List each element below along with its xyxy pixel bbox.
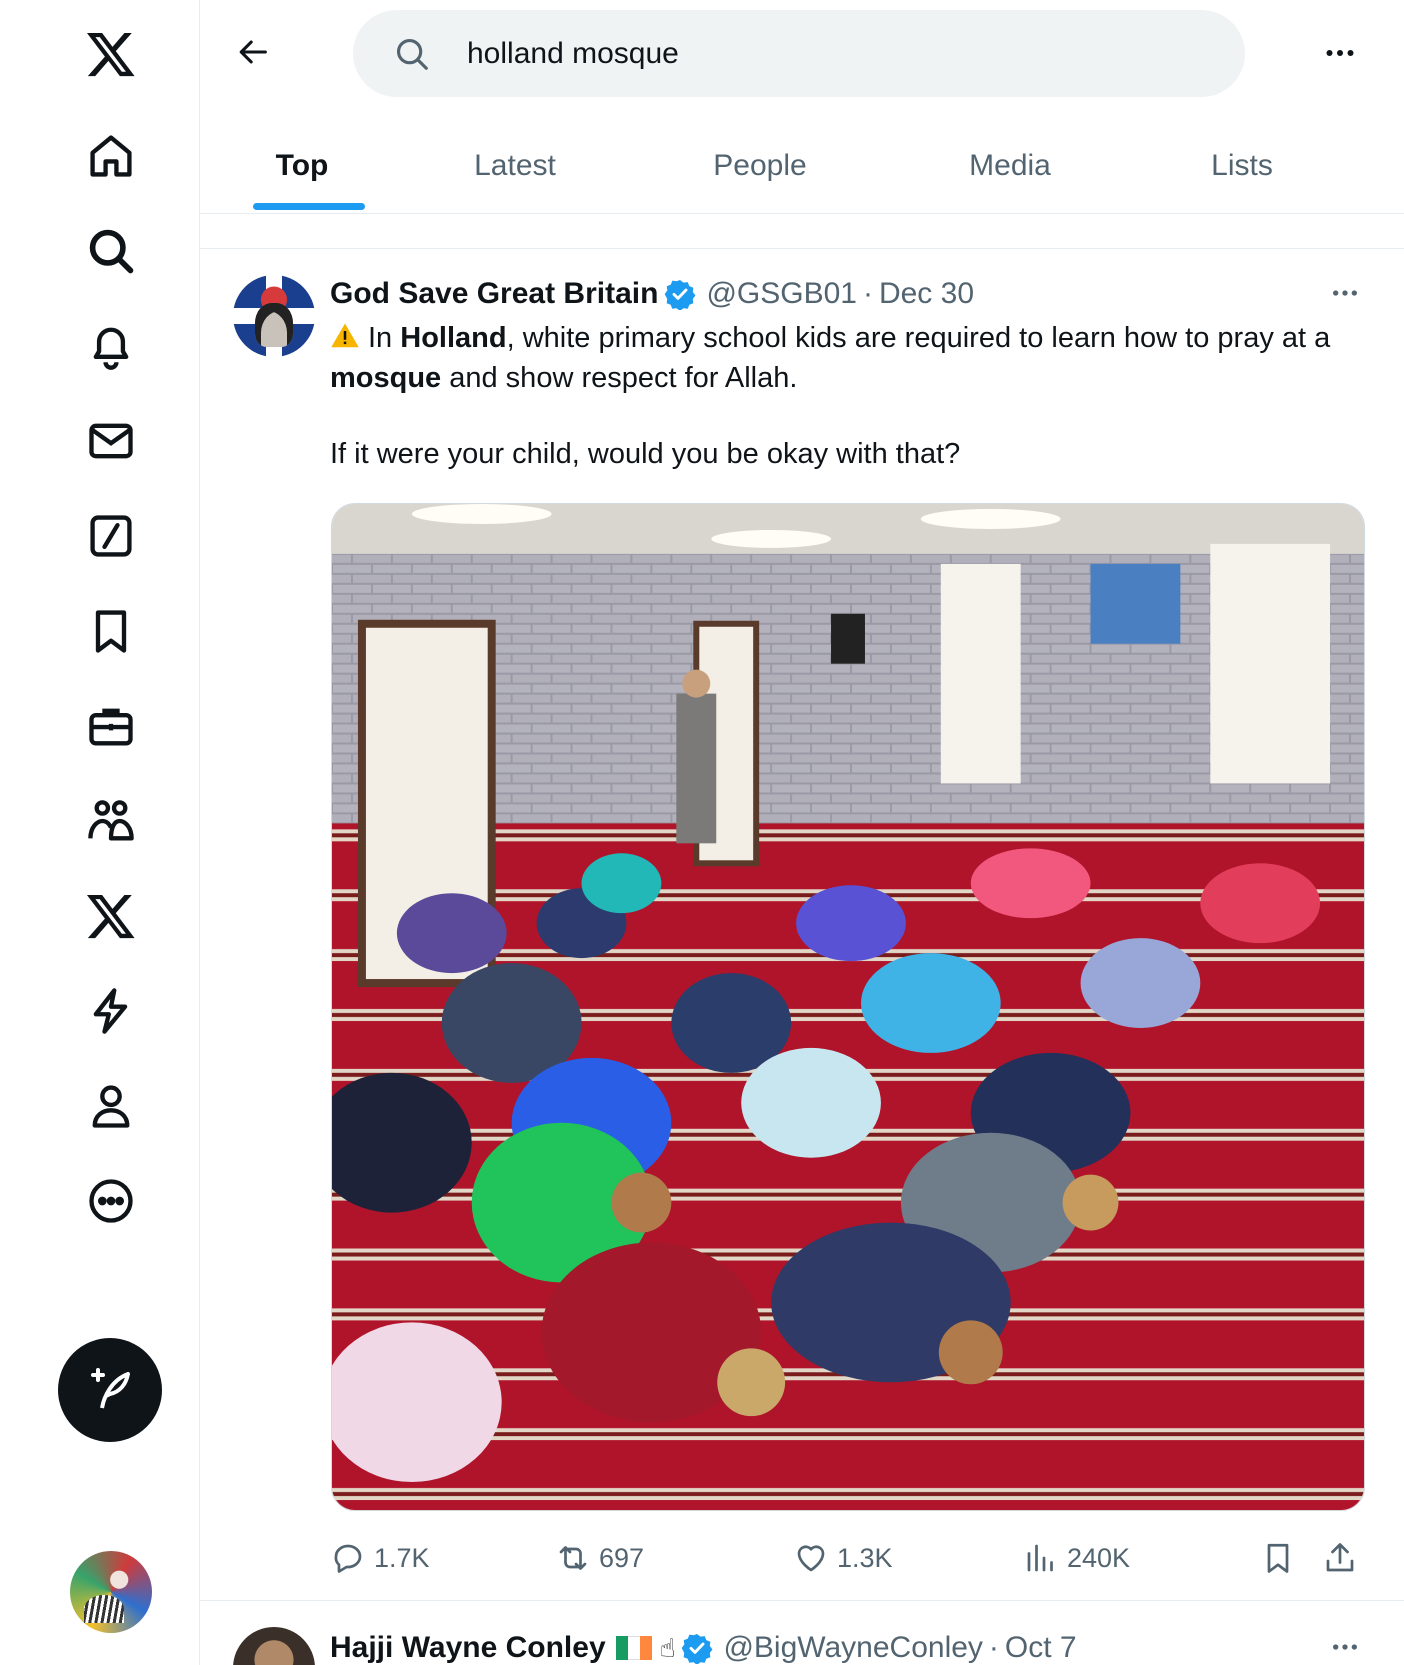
tab-latest[interactable]: Latest — [445, 118, 585, 214]
search-input[interactable] — [467, 36, 1167, 71]
views-icon — [1027, 1544, 1053, 1572]
like-button[interactable]: 1.3K — [793, 1535, 893, 1581]
more-options-button[interactable] — [1315, 28, 1365, 78]
divider — [200, 1600, 1404, 1601]
search-tabs: Top Latest People Media Lists — [200, 118, 1404, 214]
warning-icon — [331, 323, 359, 348]
tweet-date[interactable]: Oct 7 — [1005, 1631, 1077, 1665]
author-name[interactable]: Hajji Wayne Conley — [330, 1631, 606, 1665]
more-icon[interactable] — [81, 1171, 141, 1231]
tab-people[interactable]: People — [685, 118, 835, 214]
grok-icon[interactable] — [81, 506, 141, 566]
tab-top[interactable]: Top — [242, 118, 362, 214]
retweet-icon — [559, 1546, 587, 1570]
views-count: 240K — [1067, 1542, 1131, 1573]
arrow-left-icon — [239, 40, 267, 64]
heart-icon — [797, 1545, 825, 1572]
x-logo-icon[interactable] — [81, 24, 141, 84]
ellipsis-icon — [1333, 290, 1357, 296]
author-avatar[interactable] — [233, 275, 315, 357]
reply-button[interactable]: 1.7K — [330, 1535, 430, 1581]
profile-icon[interactable] — [81, 1076, 141, 1136]
search-icon — [396, 38, 428, 70]
tweet-photo[interactable] — [331, 503, 1365, 1511]
retweet-count: 697 — [599, 1542, 645, 1573]
tweet-more-button[interactable] — [1325, 275, 1365, 311]
account-avatar[interactable] — [70, 1551, 152, 1633]
tweet-text-highlight: Holland — [400, 322, 507, 354]
tweet-text-highlight: mosque — [330, 362, 442, 394]
tab-media[interactable]: Media — [940, 118, 1080, 214]
bookmarks-icon[interactable] — [81, 601, 141, 661]
tweet-header: Hajji Wayne Conley ☝ @BigWayneConley · O… — [330, 1628, 1077, 1665]
verified-badge-icon — [682, 1634, 713, 1664]
author-avatar[interactable] — [233, 1627, 315, 1665]
notifications-icon[interactable] — [81, 316, 141, 376]
tweet-text-segment: In — [368, 322, 401, 354]
tweet-text-segment: , white primary school kids are required… — [506, 322, 1331, 354]
tab-lists[interactable]: Lists — [1172, 118, 1312, 214]
reply-count: 1.7K — [374, 1542, 430, 1573]
tweet-text-line: If it were your child, would you be okay… — [330, 438, 961, 470]
compose-post-icon — [91, 1368, 130, 1409]
messages-icon[interactable] — [81, 411, 141, 471]
ellipsis-icon — [1333, 1644, 1357, 1650]
divider — [200, 248, 1404, 249]
ellipsis-icon — [1326, 50, 1354, 56]
retweet-button[interactable]: 697 — [555, 1535, 644, 1581]
search-box[interactable] — [353, 10, 1245, 97]
home-icon[interactable] — [81, 126, 141, 186]
ireland-flag-icon — [615, 1636, 652, 1660]
photo-illustration — [332, 504, 1364, 1510]
tweet-header: God Save Great Britain @GSGB01 · Dec 30 — [330, 274, 974, 314]
jobs-icon[interactable] — [81, 696, 141, 756]
separator-dot: · — [862, 277, 873, 310]
tweet-more-button[interactable] — [1325, 1630, 1365, 1664]
author-handle[interactable]: @GSGB01 — [706, 277, 857, 311]
views-button[interactable]: 240K — [1023, 1535, 1130, 1581]
verified-badge-icon — [665, 280, 696, 310]
tweet-text-segment: and show respect for Allah. — [441, 362, 798, 394]
tweet-text: In Holland, white primary school kids ar… — [330, 318, 1365, 474]
back-button[interactable] — [232, 30, 276, 74]
left-navigation — [0, 0, 200, 1665]
premium-icon[interactable] — [81, 886, 141, 946]
like-count: 1.3K — [837, 1542, 893, 1573]
share-button[interactable] — [1317, 1535, 1363, 1581]
bookmark-button[interactable] — [1255, 1535, 1301, 1581]
bookmark-icon — [1267, 1543, 1289, 1573]
active-tab-indicator — [253, 203, 365, 210]
separator-dot: · — [988, 1631, 999, 1664]
verified-orgs-icon[interactable] — [81, 981, 141, 1041]
author-handle[interactable]: @BigWayneConley — [723, 1631, 982, 1665]
explore-icon[interactable] — [81, 221, 141, 281]
reply-icon — [334, 1544, 362, 1573]
communities-icon[interactable] — [81, 791, 141, 851]
tweet-date[interactable]: Dec 30 — [879, 277, 974, 311]
compose-post-button[interactable] — [58, 1338, 162, 1442]
author-name[interactable]: God Save Great Britain — [330, 277, 658, 311]
share-icon — [1326, 1543, 1354, 1572]
pointing-up-icon: ☝ — [659, 1632, 676, 1663]
